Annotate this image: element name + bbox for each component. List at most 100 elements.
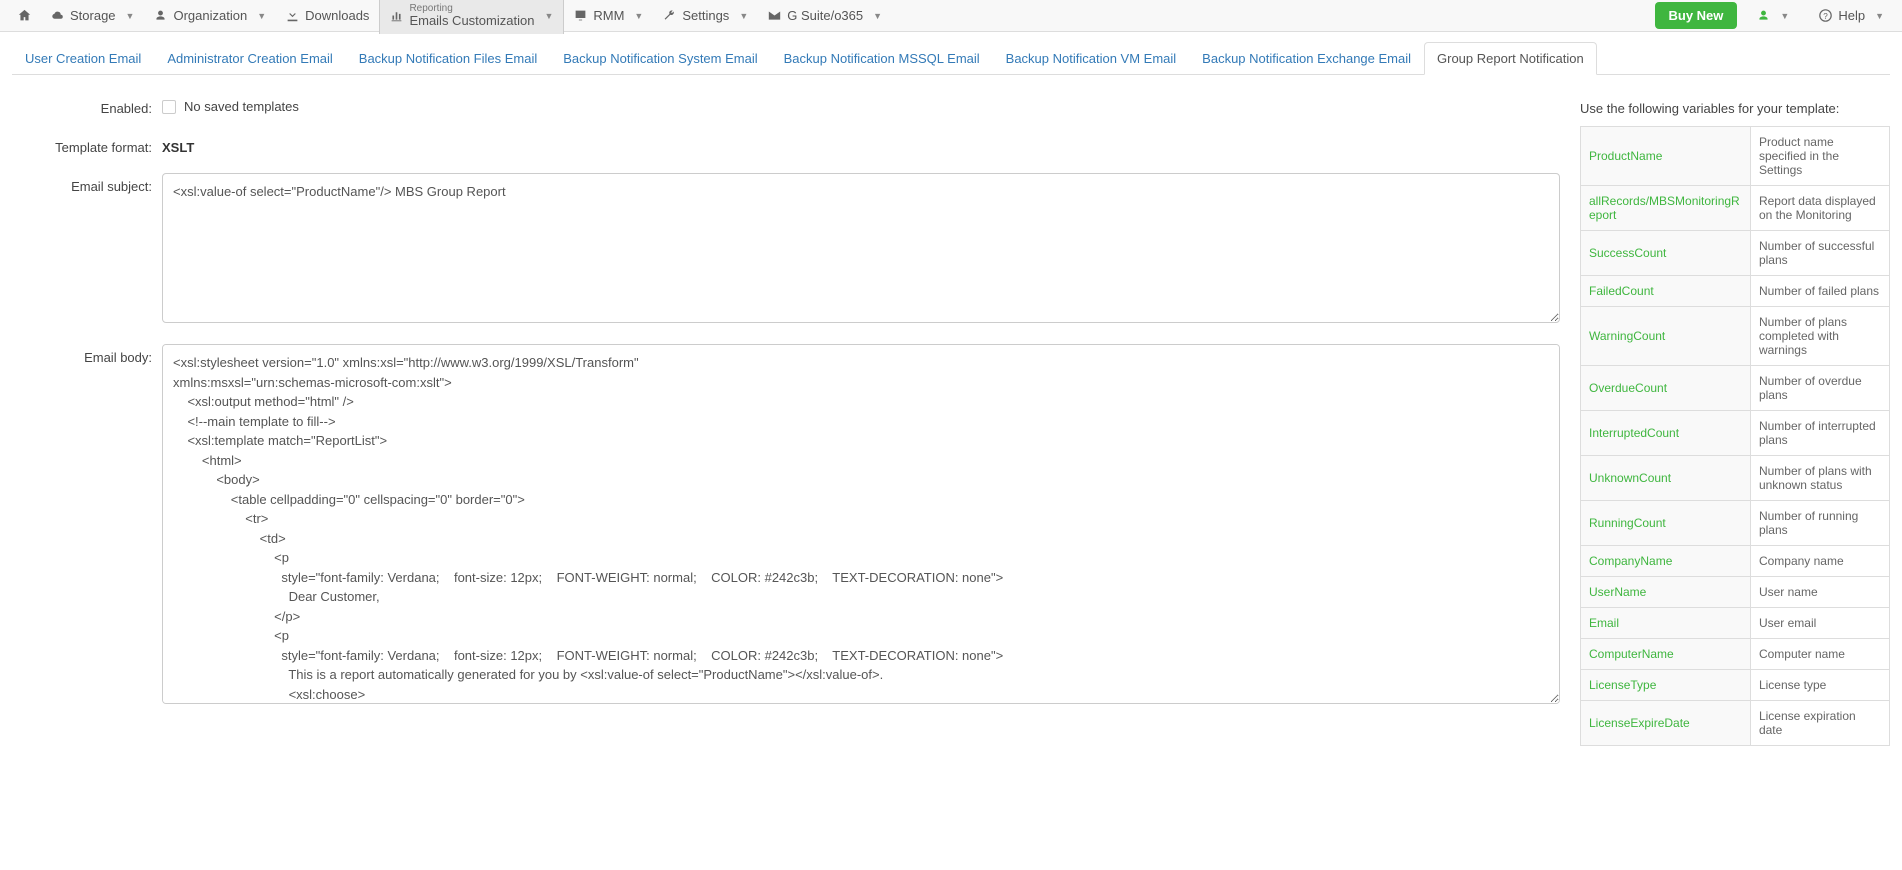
variable-desc: License type bbox=[1750, 670, 1889, 701]
variable-desc: Computer name bbox=[1750, 639, 1889, 670]
variable-name[interactable]: InterruptedCount bbox=[1581, 411, 1751, 456]
email-subject-label: Email subject: bbox=[12, 173, 162, 326]
envelope-icon bbox=[768, 9, 781, 22]
email-body-input[interactable] bbox=[162, 344, 1560, 704]
enabled-checkbox-wrap: No saved templates bbox=[162, 95, 1560, 114]
enabled-checkbox[interactable] bbox=[162, 100, 176, 114]
caret-icon: ▼ bbox=[739, 11, 748, 21]
variable-row: FailedCountNumber of failed plans bbox=[1581, 276, 1890, 307]
variable-row: RunningCountNumber of running plans bbox=[1581, 501, 1890, 546]
tab-backup-vm[interactable]: Backup Notification VM Email bbox=[993, 42, 1190, 75]
variable-row: EmailUser email bbox=[1581, 608, 1890, 639]
variable-row: CompanyNameCompany name bbox=[1581, 546, 1890, 577]
variable-desc: Number of running plans bbox=[1750, 501, 1889, 546]
variable-name[interactable]: ComputerName bbox=[1581, 639, 1751, 670]
monitor-icon bbox=[574, 9, 587, 22]
enabled-text: No saved templates bbox=[184, 99, 299, 114]
variable-name[interactable]: ProductName bbox=[1581, 127, 1751, 186]
email-tabs: User Creation Email Administrator Creati… bbox=[12, 42, 1890, 75]
nav-rmm[interactable]: RMM ▼ bbox=[564, 2, 653, 29]
variable-name[interactable]: SuccessCount bbox=[1581, 231, 1751, 276]
variable-row: allRecords/MBSMonitoringReportReport dat… bbox=[1581, 186, 1890, 231]
tab-backup-files[interactable]: Backup Notification Files Email bbox=[346, 42, 550, 75]
variable-desc: Product name specified in the Settings bbox=[1750, 127, 1889, 186]
tab-backup-mssql[interactable]: Backup Notification MSSQL Email bbox=[771, 42, 993, 75]
svg-text:?: ? bbox=[1824, 12, 1829, 21]
variables-table: ProductNameProduct name specified in the… bbox=[1580, 126, 1890, 746]
user-icon bbox=[154, 9, 167, 22]
variable-name[interactable]: FailedCount bbox=[1581, 276, 1751, 307]
caret-icon: ▼ bbox=[873, 11, 882, 21]
user-icon bbox=[1757, 9, 1770, 22]
form-column: Enabled: No saved templates Template for… bbox=[12, 95, 1560, 746]
variables-title: Use the following variables for your tem… bbox=[1580, 95, 1890, 116]
caret-icon: ▼ bbox=[544, 11, 553, 21]
nav-gsuite-label: G Suite/o365 bbox=[787, 8, 863, 23]
variable-row: ProductNameProduct name specified in the… bbox=[1581, 127, 1890, 186]
variable-name[interactable]: Email bbox=[1581, 608, 1751, 639]
variable-name[interactable]: LicenseType bbox=[1581, 670, 1751, 701]
enabled-label: Enabled: bbox=[12, 95, 162, 116]
download-icon bbox=[286, 9, 299, 22]
nav-right: Buy New ▼ ? Help ▼ bbox=[1655, 2, 1895, 29]
template-format-label: Template format: bbox=[12, 134, 162, 155]
email-subject-input[interactable] bbox=[162, 173, 1560, 323]
variable-name[interactable]: UserName bbox=[1581, 577, 1751, 608]
nav-left: Storage ▼ Organization ▼ Downloads Repor… bbox=[8, 0, 1655, 34]
tab-backup-exchange[interactable]: Backup Notification Exchange Email bbox=[1189, 42, 1424, 75]
nav-user-menu[interactable]: ▼ bbox=[1747, 3, 1799, 28]
row-template-format: Template format: XSLT bbox=[12, 134, 1560, 155]
variable-row: WarningCountNumber of plans completed wi… bbox=[1581, 307, 1890, 366]
tab-user-creation[interactable]: User Creation Email bbox=[12, 42, 154, 75]
variable-desc: Company name bbox=[1750, 546, 1889, 577]
nav-downloads-label: Downloads bbox=[305, 8, 369, 23]
variable-name[interactable]: allRecords/MBSMonitoringReport bbox=[1581, 186, 1751, 231]
variable-row: OverdueCountNumber of overdue plans bbox=[1581, 366, 1890, 411]
cloud-icon bbox=[51, 9, 64, 22]
variable-desc: User email bbox=[1750, 608, 1889, 639]
variable-row: UnknownCountNumber of plans with unknown… bbox=[1581, 456, 1890, 501]
nav-reporting-labels: Reporting Emails Customization bbox=[409, 3, 534, 28]
variable-name[interactable]: OverdueCount bbox=[1581, 366, 1751, 411]
variable-name[interactable]: RunningCount bbox=[1581, 501, 1751, 546]
variable-name[interactable]: UnknownCount bbox=[1581, 456, 1751, 501]
nav-gsuite[interactable]: G Suite/o365 ▼ bbox=[758, 2, 892, 29]
variable-name[interactable]: CompanyName bbox=[1581, 546, 1751, 577]
caret-icon: ▼ bbox=[126, 11, 135, 21]
nav-rmm-label: RMM bbox=[593, 8, 624, 23]
nav-home[interactable] bbox=[8, 3, 41, 28]
row-email-body: Email body: bbox=[12, 344, 1560, 707]
nav-storage[interactable]: Storage ▼ bbox=[41, 2, 144, 29]
variable-row: InterruptedCountNumber of interrupted pl… bbox=[1581, 411, 1890, 456]
buy-new-button[interactable]: Buy New bbox=[1655, 2, 1738, 29]
nav-organization[interactable]: Organization ▼ bbox=[144, 2, 276, 29]
email-body-label: Email body: bbox=[12, 344, 162, 707]
caret-icon: ▼ bbox=[1780, 11, 1789, 21]
variable-name[interactable]: WarningCount bbox=[1581, 307, 1751, 366]
variable-name[interactable]: LicenseExpireDate bbox=[1581, 701, 1751, 746]
chart-icon bbox=[390, 9, 403, 22]
caret-icon: ▼ bbox=[1875, 11, 1884, 21]
nav-storage-label: Storage bbox=[70, 8, 116, 23]
nav-help-label: Help bbox=[1838, 8, 1865, 23]
nav-help[interactable]: ? Help ▼ bbox=[1809, 2, 1894, 29]
nav-settings-label: Settings bbox=[682, 8, 729, 23]
row-enabled: Enabled: No saved templates bbox=[12, 95, 1560, 116]
tab-backup-system[interactable]: Backup Notification System Email bbox=[550, 42, 770, 75]
variable-row: SuccessCountNumber of successful plans bbox=[1581, 231, 1890, 276]
variable-desc: Number of successful plans bbox=[1750, 231, 1889, 276]
nav-reporting[interactable]: Reporting Emails Customization ▼ bbox=[379, 0, 564, 34]
tab-group-report[interactable]: Group Report Notification bbox=[1424, 42, 1597, 75]
variable-row: LicenseExpireDateLicense expiration date bbox=[1581, 701, 1890, 746]
nav-organization-label: Organization bbox=[173, 8, 247, 23]
content-area: Enabled: No saved templates Template for… bbox=[0, 75, 1902, 746]
nav-settings[interactable]: Settings ▼ bbox=[653, 2, 758, 29]
tab-admin-creation[interactable]: Administrator Creation Email bbox=[154, 42, 345, 75]
row-email-subject: Email subject: bbox=[12, 173, 1560, 326]
wrench-icon bbox=[663, 9, 676, 22]
variable-row: ComputerNameComputer name bbox=[1581, 639, 1890, 670]
variables-column: Use the following variables for your tem… bbox=[1580, 95, 1890, 746]
variable-desc: License expiration date bbox=[1750, 701, 1889, 746]
variable-desc: User name bbox=[1750, 577, 1889, 608]
nav-downloads[interactable]: Downloads bbox=[276, 2, 379, 29]
